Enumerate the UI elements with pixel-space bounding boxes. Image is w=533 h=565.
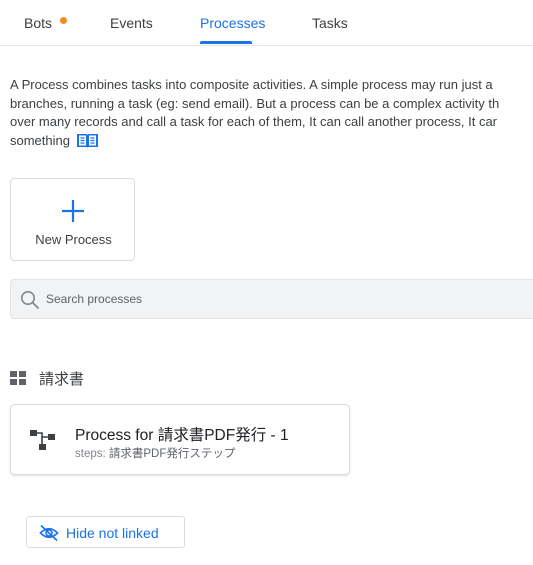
book-icon[interactable] [76, 132, 99, 154]
steps-value: 請求書PDF発行ステップ [108, 448, 236, 460]
description-line: over many records and call a task for ea… [10, 114, 498, 129]
notification-dot [60, 17, 67, 24]
search-input[interactable] [46, 288, 516, 310]
tab-events[interactable]: Events [110, 15, 153, 31]
process-steps: steps: 請求書PDF発行ステップ [75, 445, 235, 461]
process-flow-icon [30, 429, 56, 456]
group-label: 請求書 [39, 371, 85, 388]
hide-not-linked-button[interactable]: Hide not linked [26, 516, 185, 548]
active-tab-indicator [200, 41, 252, 44]
description-last-line: something [10, 132, 533, 154]
process-description: A Process combines tasks into composite … [10, 76, 533, 153]
tab-tasks[interactable]: Tasks [312, 15, 348, 31]
process-title: Process for 請求書PDF発行 - 1 [75, 427, 289, 444]
search-icon [20, 290, 40, 315]
eye-off-icon [39, 524, 59, 547]
plus-icon [61, 199, 85, 228]
description-line: branches, running a task (eg: send email… [10, 95, 500, 111]
description-line: something [10, 132, 70, 148]
search-bar [10, 279, 533, 319]
tab-bar: Bots Events Processes Tasks [0, 0, 533, 46]
description-line: A Process combines tasks into composite … [10, 77, 493, 92]
process-card[interactable]: Process for 請求書PDF発行 - 1 steps: 請求書PDF発行… [10, 404, 350, 475]
grid-icon [10, 371, 26, 390]
hide-not-linked-label: Hide not linked [66, 525, 159, 541]
new-process-label: New Process [35, 232, 112, 247]
new-process-button[interactable]: New Process [10, 178, 135, 261]
steps-label: steps: [75, 448, 106, 460]
tab-processes[interactable]: Processes [200, 15, 265, 31]
tab-bots[interactable]: Bots [24, 15, 52, 31]
